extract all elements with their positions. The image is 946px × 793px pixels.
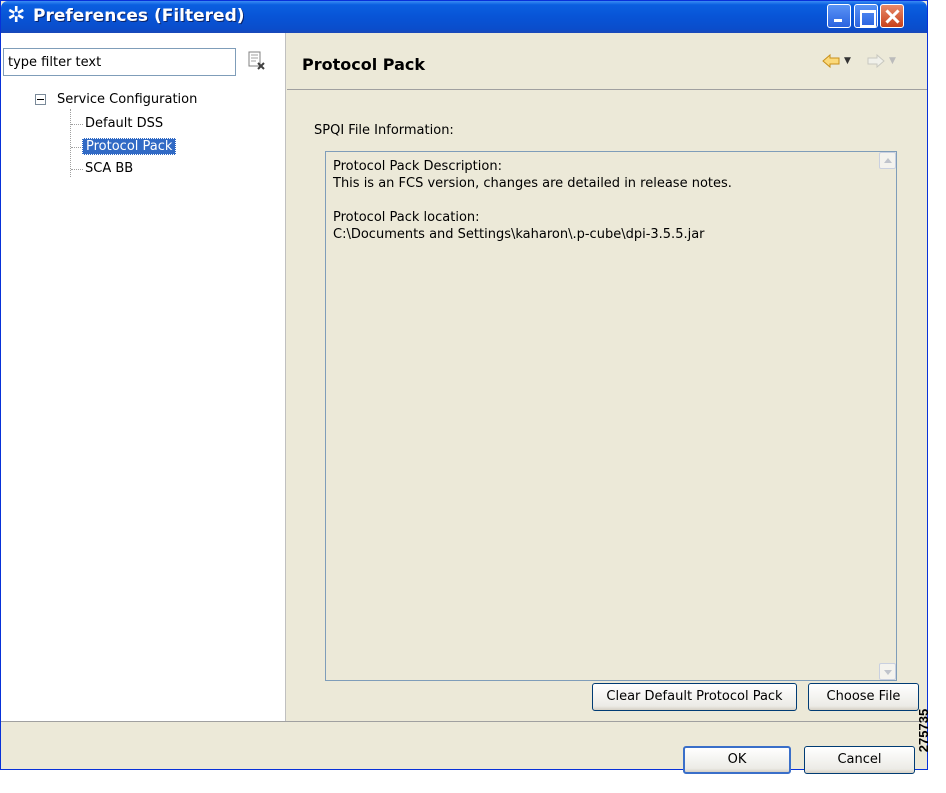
spqi-info-text: Protocol Pack Description: This is an FC… [333,159,732,242]
spqi-info-textarea[interactable]: Protocol Pack Description: This is an FC… [325,151,897,681]
scroll-down-icon[interactable] [879,663,896,680]
scroll-up-icon[interactable] [879,152,896,169]
tree-connector [71,124,83,125]
window-title: Preferences (Filtered) [33,6,245,26]
tree-item-label: Service Configuration [57,92,198,107]
figure-number-text: 275735 [916,708,932,753]
tree-item-protocol-pack[interactable]: Protocol Pack [82,137,177,157]
title-bar[interactable]: ✲ Preferences (Filtered) [1,1,927,33]
clear-filter-icon[interactable] [248,51,266,71]
choose-file-button[interactable]: Choose File [808,683,919,711]
preference-page: Protocol Pack ▼ ▼ SPQI File Information:… [287,33,927,721]
vertical-scrollbar[interactable] [879,152,896,680]
preferences-logo-icon: ✲ [7,3,26,28]
back-arrow-icon[interactable] [822,53,840,69]
page-title: Protocol Pack [302,55,425,74]
cancel-button[interactable]: Cancel [804,746,915,774]
maximize-icon[interactable] [854,4,878,28]
divider [1,721,927,722]
tree-item-service-configuration[interactable]: Service Configuration [57,90,197,110]
close-icon[interactable] [880,4,904,28]
dropdown-arrow-icon[interactable]: ▼ [844,56,851,66]
filter-input[interactable] [3,48,236,76]
tree-item-label: SCA BB [85,161,134,176]
tree-item-label: Protocol Pack [82,138,177,155]
ok-button[interactable]: OK [683,746,791,774]
figure-number: 275735 [916,697,946,767]
tree-connector [71,169,83,170]
forward-arrow-icon[interactable] [867,53,885,69]
section-label: SPQI File Information: [314,123,454,138]
tree-connector [70,109,71,177]
page-header: Protocol Pack ▼ ▼ [287,33,927,90]
tree-item-default-dss[interactable]: Default DSS [85,114,163,134]
preferences-tree-pane: Service Configuration Default DSS Protoc… [1,33,286,721]
minimize-icon[interactable] [827,4,851,28]
tree-item-sca-bb[interactable]: SCA BB [85,159,133,179]
clear-default-protocol-pack-button[interactable]: Clear Default Protocol Pack [592,683,797,711]
tree-item-label: Default DSS [85,116,164,131]
dropdown-arrow-icon[interactable]: ▼ [889,56,896,66]
preferences-window: ✲ Preferences (Filtered) Service Configu… [0,0,928,774]
collapse-tree-icon[interactable] [35,94,46,105]
